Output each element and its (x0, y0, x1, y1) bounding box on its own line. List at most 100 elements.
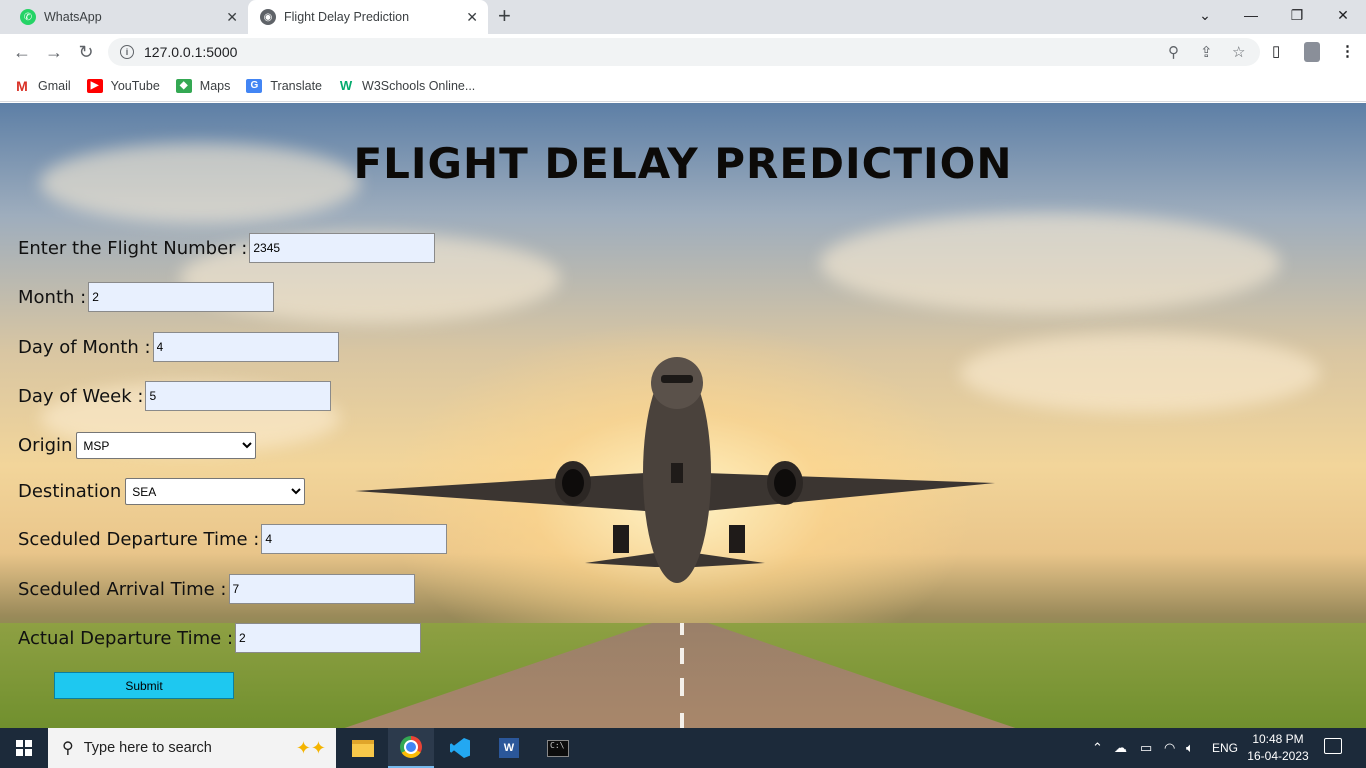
runway-centerline (680, 648, 684, 664)
bookmark-youtube[interactable]: ▶ YouTube (86, 78, 160, 93)
page-viewport: FLIGHT DELAY PREDICTION Enter the Flight… (0, 103, 1366, 728)
tab-strip: ✆ WhatsApp ✕ ◉ Flight Delay Prediction ✕… (0, 0, 1366, 34)
w3schools-icon: W (338, 78, 355, 93)
word-app[interactable]: W (486, 728, 532, 768)
tab-whatsapp[interactable]: ✆ WhatsApp ✕ (8, 0, 248, 34)
browser-toolbar: ← → ↻ i 127.0.0.1:5000 ⚲ ⇪ ☆ ▯ ⋮ (0, 34, 1366, 70)
background-cloud (820, 213, 1280, 313)
word-icon: W (499, 738, 519, 758)
onedrive-icon[interactable]: ☁ (1114, 728, 1127, 768)
battery-icon[interactable]: ▭ (1140, 728, 1152, 768)
close-tab-icon[interactable]: ✕ (226, 9, 238, 26)
bookmark-label: W3Schools Online... (362, 78, 476, 93)
flight-number-label: Enter the Flight Number : (18, 237, 248, 259)
gmail-icon: M (14, 78, 30, 94)
actual-departure-label: Actual Departure Time : (18, 627, 234, 649)
origin-row: Origin MSP (18, 432, 257, 459)
close-window-icon[interactable]: ✕ (1320, 0, 1366, 30)
minimize-icon[interactable]: — (1228, 0, 1274, 30)
flight-number-input[interactable] (249, 233, 436, 263)
sched-arrival-input[interactable] (228, 574, 415, 604)
volume-icon[interactable]: 🔈︎ (1186, 728, 1194, 768)
bookmark-star-icon[interactable]: ☆ (1232, 43, 1245, 61)
background-cloud (960, 333, 1320, 413)
destination-label: Destination (18, 481, 122, 502)
day-of-week-label: Day of Week : (18, 385, 144, 407)
zoom-icon[interactable]: ⚲ (1168, 43, 1179, 61)
flight-number-row: Enter the Flight Number : (18, 233, 436, 263)
folder-icon (352, 739, 374, 757)
reload-icon[interactable]: ↻ (74, 40, 98, 64)
runway-centerline (680, 713, 684, 728)
chrome-app[interactable] (388, 728, 434, 768)
sched-departure-row: Sceduled Departure Time : (18, 524, 448, 554)
language-indicator[interactable]: ENG (1212, 728, 1238, 768)
month-input[interactable] (88, 282, 275, 312)
search-icon: ⚲ (62, 740, 74, 757)
windows-logo-icon (16, 740, 32, 756)
vscode-app[interactable] (437, 728, 483, 768)
terminal-app[interactable]: C:\ (535, 728, 581, 768)
terminal-icon: C:\ (547, 739, 569, 757)
taskbar-search[interactable]: ⚲ Type here to search ✦✦ (48, 728, 336, 768)
maps-icon: ◆ (175, 78, 192, 93)
day-of-week-input[interactable] (145, 381, 332, 411)
search-placeholder: Type here to search (83, 740, 212, 756)
actual-departure-row: Actual Departure Time : (18, 623, 422, 653)
file-explorer-app[interactable] (340, 728, 386, 768)
submit-button[interactable]: Submit (54, 672, 234, 699)
bookmark-maps[interactable]: ◆ Maps (175, 78, 230, 93)
day-of-month-label: Day of Month : (18, 336, 151, 358)
site-info-icon[interactable]: i (120, 45, 134, 59)
vscode-icon (450, 738, 470, 758)
start-button[interactable] (0, 728, 48, 768)
clock[interactable]: 10:48 PM 16-04-2023 (1246, 731, 1310, 765)
month-label: Month : (18, 286, 87, 308)
share-icon[interactable]: ⇪ (1200, 43, 1213, 61)
clock-time: 10:48 PM (1252, 732, 1304, 746)
bookmark-label: Translate (270, 78, 323, 93)
side-panel-icon[interactable]: ▯ (1272, 42, 1280, 60)
search-highlight-icon: ✦✦ (295, 737, 326, 758)
page-title: FLIGHT DELAY PREDICTION (353, 139, 1013, 188)
notifications-icon[interactable] (1324, 738, 1342, 754)
address-bar[interactable]: i 127.0.0.1:5000 (108, 38, 1260, 66)
day-of-week-row: Day of Week : (18, 381, 332, 411)
globe-icon: ◉ (260, 9, 276, 25)
whatsapp-icon: ✆ (20, 9, 36, 25)
bookmark-translate[interactable]: G Translate (246, 78, 323, 93)
bookmark-label: YouTube (110, 78, 160, 93)
tab-search-icon[interactable]: ⌄ (1182, 0, 1228, 30)
destination-row: Destination SEA (18, 478, 306, 505)
forward-icon[interactable]: → (42, 40, 66, 64)
show-hidden-icons-icon[interactable]: ⌃ (1092, 728, 1103, 768)
day-of-month-input[interactable] (152, 332, 339, 362)
restore-icon[interactable]: ❐ (1274, 0, 1320, 30)
runway-centerline (680, 678, 684, 696)
actual-departure-input[interactable] (235, 623, 422, 653)
runway-centerline (680, 623, 684, 635)
airplane-image (355, 357, 995, 583)
back-icon[interactable]: ← (10, 40, 34, 64)
chrome-icon (400, 736, 422, 758)
origin-select[interactable]: MSP (76, 432, 257, 459)
close-tab-icon[interactable]: ✕ (466, 9, 478, 26)
wifi-icon[interactable]: ◠ (1164, 728, 1175, 768)
sched-arrival-row: Sceduled Arrival Time : (18, 574, 415, 604)
new-tab-icon[interactable]: + (498, 5, 511, 27)
day-of-month-row: Day of Month : (18, 332, 339, 362)
url-text: 127.0.0.1:5000 (144, 44, 238, 60)
menu-icon[interactable]: ⋮ (1340, 42, 1355, 60)
sched-departure-label: Sceduled Departure Time : (18, 528, 260, 550)
clock-date: 16-04-2023 (1247, 749, 1309, 763)
profile-avatar[interactable] (1304, 42, 1320, 62)
bookmarks-bar: M Gmail ▶ YouTube ◆ Maps G Translate W W… (0, 70, 1366, 102)
tab-flight-delay[interactable]: ◉ Flight Delay Prediction ✕ (248, 0, 488, 34)
origin-label: Origin (18, 435, 73, 456)
destination-select[interactable]: SEA (125, 478, 306, 505)
bookmark-gmail[interactable]: M Gmail (14, 78, 71, 94)
tab-label: Flight Delay Prediction (284, 10, 410, 24)
windows-taskbar: ⚲ Type here to search ✦✦ W C:\ ⌃ ☁ ▭ ◠ 🔈… (0, 728, 1366, 768)
sched-departure-input[interactable] (261, 524, 448, 554)
bookmark-w3schools[interactable]: W W3Schools Online... (338, 78, 476, 93)
